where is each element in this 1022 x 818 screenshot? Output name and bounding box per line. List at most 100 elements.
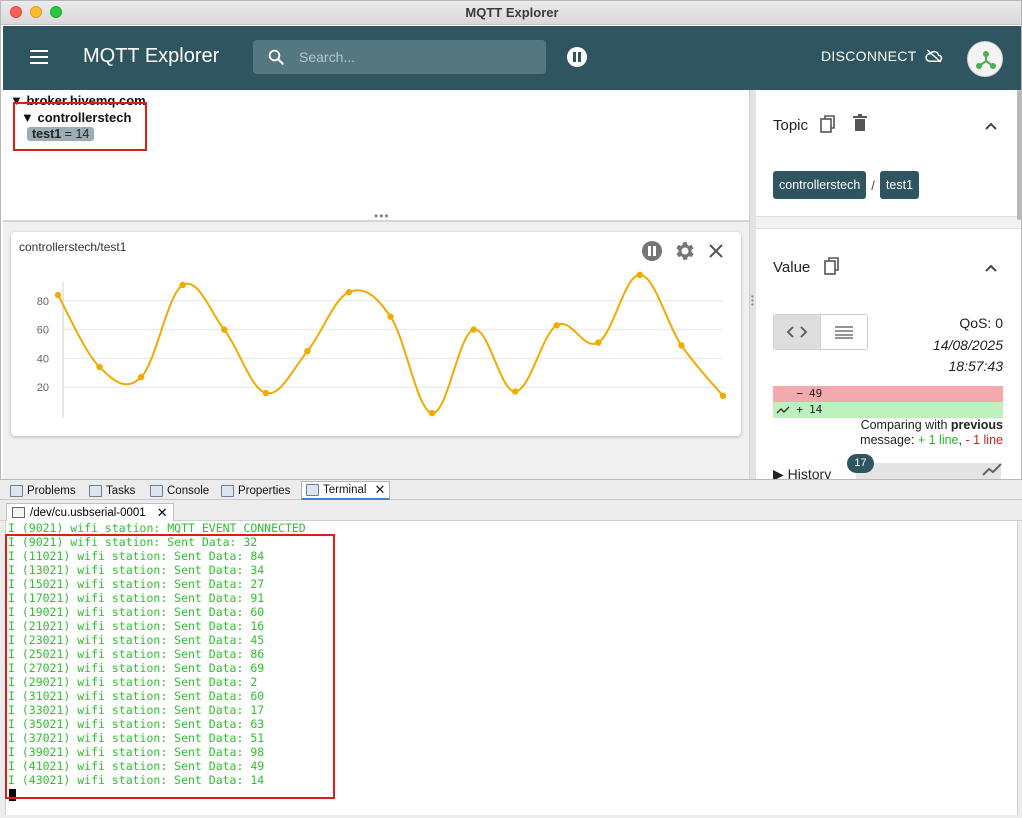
raw-view-button[interactable] [821, 315, 867, 349]
chart-pause-button[interactable] [642, 241, 662, 261]
search-box[interactable] [253, 40, 546, 74]
data-point[interactable] [636, 271, 644, 279]
eclipse-view-tabs: Problems Tasks Console Properties Termin… [0, 480, 1022, 500]
line-chart: 80 60 40 20 [37, 271, 727, 418]
disconnect-button[interactable]: DISCONNECT [821, 48, 943, 64]
window-titlebar[interactable]: MQTT Explorer [1, 1, 1021, 25]
data-point[interactable] [511, 388, 519, 395]
terminal-session-tab[interactable]: /dev/cu.usbserial-0001 ✕ [6, 503, 174, 521]
delete-topic-icon[interactable] [852, 114, 868, 132]
y-tick-label: 60 [37, 325, 49, 337]
vertical-splitter[interactable]: • • • [749, 90, 756, 479]
splitter-dots: • • • [751, 292, 754, 309]
data-point[interactable] [428, 409, 436, 417]
network-icon [976, 51, 996, 69]
compare-message: message: [860, 433, 915, 447]
compare-removed: - 1 line [965, 433, 1003, 447]
data-point[interactable] [304, 348, 311, 355]
message-time: 18:57:43 [948, 358, 1004, 374]
tab-terminal-label: Terminal [323, 484, 367, 496]
tab-terminal[interactable]: Terminal ✕ [301, 481, 391, 500]
tab-console-label: Console [167, 484, 210, 497]
tab-properties[interactable]: Properties [221, 482, 290, 499]
disconnect-label: DISCONNECT [821, 48, 917, 64]
data-point[interactable] [221, 326, 228, 333]
y-tick-label: 80 [37, 296, 49, 308]
copy-topic-icon[interactable] [820, 115, 836, 133]
show-chart-icon[interactable] [982, 463, 1002, 477]
chart-title: controllerstech/test1 [19, 240, 127, 254]
menu-icon[interactable] [30, 50, 48, 64]
data-point[interactable] [345, 288, 353, 296]
section-gap [756, 217, 1021, 229]
highlight-box-terminal [5, 534, 335, 799]
avatar[interactable] [967, 41, 1003, 77]
data-point[interactable] [137, 373, 145, 381]
tab-console[interactable]: Console [150, 482, 209, 499]
app-title: MQTT Explorer [83, 45, 220, 67]
terminal-tabbar: /dev/cu.usbserial-0001 ✕ [0, 501, 1022, 521]
qos-label: QoS: 0 [959, 315, 1003, 331]
trend-icon [776, 406, 790, 414]
diff-added-line: +14 [773, 402, 1003, 418]
tab-properties-label: Properties [238, 484, 291, 497]
properties-icon [221, 484, 234, 497]
data-point[interactable] [595, 339, 602, 346]
terminal-session-label: /dev/cu.usbserial-0001 [30, 506, 146, 519]
series-line [57, 273, 724, 415]
tab-problems-label: Problems [27, 484, 76, 497]
compare-note: Comparing with previous message: + 1 lin… [773, 418, 1003, 448]
history-bar [856, 463, 1001, 479]
copy-value-icon[interactable] [824, 257, 840, 275]
diff-removed-value: 49 [809, 387, 823, 400]
compare-added: + 1 line [917, 433, 959, 447]
topic-breadcrumb: controllerstech / test1 [773, 171, 920, 199]
search-icon [268, 49, 284, 65]
tab-tasks[interactable]: Tasks [89, 482, 135, 499]
chart-panel: 80 60 40 20 controllerstech/test1 [3, 222, 749, 479]
tab-problems[interactable]: Problems [10, 482, 76, 499]
view-mode-toggle [773, 314, 868, 350]
pause-button[interactable] [567, 47, 587, 67]
history-toggle[interactable]: ▶ History [773, 466, 831, 479]
serial-icon [12, 507, 25, 518]
topic-tree: ▼ broker.hivemq.com ▼ controllerstech te… [3, 90, 749, 223]
message-date: 14/08/2025 [932, 337, 1003, 353]
highlight-box-tree [13, 102, 147, 151]
lines-icon [835, 326, 853, 339]
data-point[interactable] [678, 342, 685, 349]
code-view-button[interactable] [774, 315, 821, 349]
topic-chip-test1[interactable]: test1 [879, 171, 920, 199]
compare-sep: , [958, 433, 962, 447]
data-point[interactable] [553, 322, 560, 329]
data-point[interactable] [96, 363, 103, 371]
screen: MQTT Explorer MQTT Explorer DISCONNECT ▼… [0, 0, 1022, 818]
value-header: Value [773, 259, 811, 276]
data-point[interactable] [719, 392, 727, 400]
search-input[interactable] [299, 46, 535, 68]
topic-collapse-chevron-icon[interactable] [984, 119, 998, 133]
close-icon[interactable]: ✕ [374, 482, 385, 498]
console-icon [150, 484, 163, 497]
y-tick-label: 40 [37, 353, 49, 365]
diff-removed-line: −49 [773, 386, 1003, 402]
compare-previous: previous [950, 418, 1003, 432]
compare-prefix: Comparing with [860, 418, 948, 432]
data-point[interactable] [262, 389, 270, 397]
tab-tasks-label: Tasks [106, 484, 136, 497]
value-collapse-chevron-icon[interactable] [984, 261, 998, 275]
data-point[interactable] [54, 291, 62, 299]
topic-chip-controllerstech[interactable]: controllerstech [773, 171, 867, 199]
detail-scrollbar[interactable] [1017, 90, 1021, 220]
app-bar: MQTT Explorer DISCONNECT [3, 26, 1021, 90]
detail-pane: Topic controllerstech / test1 Value QoS:… [756, 90, 1021, 479]
cloud-off-icon [924, 49, 942, 63]
gear-icon[interactable] [673, 239, 697, 263]
window-title: MQTT Explorer [465, 5, 559, 20]
close-icon[interactable]: ✕ [157, 505, 168, 521]
data-point[interactable] [470, 326, 477, 333]
data-point[interactable] [179, 281, 186, 289]
data-point[interactable] [387, 313, 394, 320]
close-icon[interactable] [705, 240, 727, 262]
tasks-icon [89, 484, 102, 497]
